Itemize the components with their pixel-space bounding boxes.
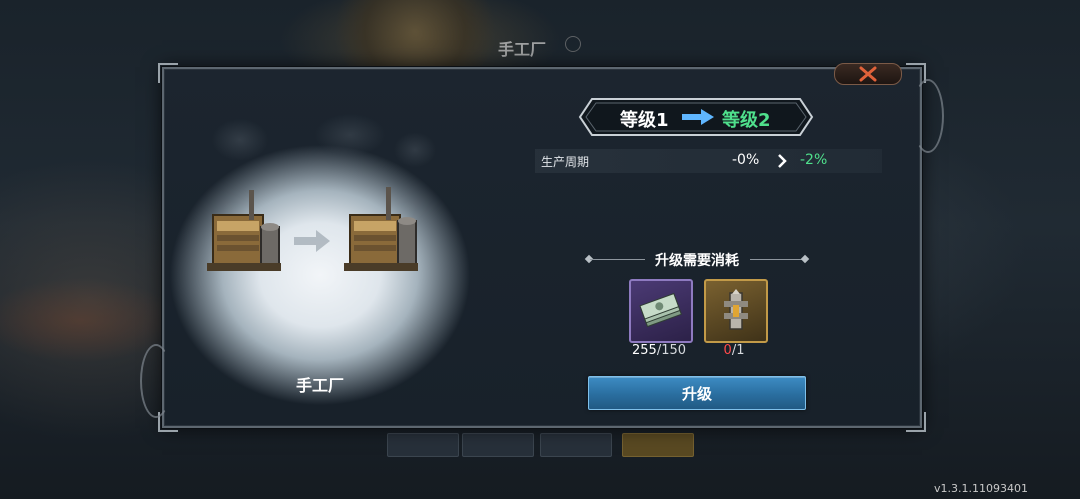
version-label: v1.3.1.11093401: [934, 482, 1028, 495]
info-icon: [565, 36, 581, 52]
background-screen-title: 手工厂: [498, 40, 547, 59]
cost-item-part[interactable]: [704, 279, 768, 343]
cost-amount-cash: 255/150: [624, 343, 694, 358]
cash-bundle-icon: [639, 292, 682, 328]
background-tab-3: [540, 433, 612, 457]
divider-right: [750, 259, 805, 260]
cost-title: 升级需要消耗: [655, 253, 739, 269]
chevron-right-icon: [778, 154, 787, 168]
ornament-left: [140, 344, 172, 418]
level-to-label: 等级2: [722, 110, 771, 131]
stat-label: 生产周期: [541, 155, 590, 169]
close-icon: [859, 66, 877, 82]
stat-current-value: -0%: [732, 152, 760, 168]
background-tab-2: [462, 433, 534, 457]
transform-arrow-icon: [294, 230, 330, 252]
ornament-right: [912, 79, 944, 153]
background-tab-1: [387, 433, 459, 457]
stat-next-value: -2%: [800, 152, 828, 168]
level-arrow-icon: [682, 109, 714, 125]
close-button[interactable]: [834, 63, 902, 85]
rocks-decoration: [200, 110, 440, 180]
background-tab-4: [622, 433, 694, 457]
building-name: 手工厂: [295, 376, 344, 395]
factory-level1-icon: [207, 190, 281, 271]
cost-need: /1: [731, 343, 745, 358]
level-from-label: 等级1: [620, 110, 669, 131]
upgrade-button[interactable]: 升级: [588, 376, 806, 410]
cost-item-cash[interactable]: [629, 279, 693, 343]
cost-need: /150: [656, 343, 687, 358]
cost-have: 255: [631, 343, 657, 358]
factory-level2-icon: [344, 187, 418, 271]
machine-part-icon: [724, 289, 748, 330]
cost-have: 0: [723, 343, 732, 358]
cost-amount-part: 0/1: [699, 343, 769, 358]
